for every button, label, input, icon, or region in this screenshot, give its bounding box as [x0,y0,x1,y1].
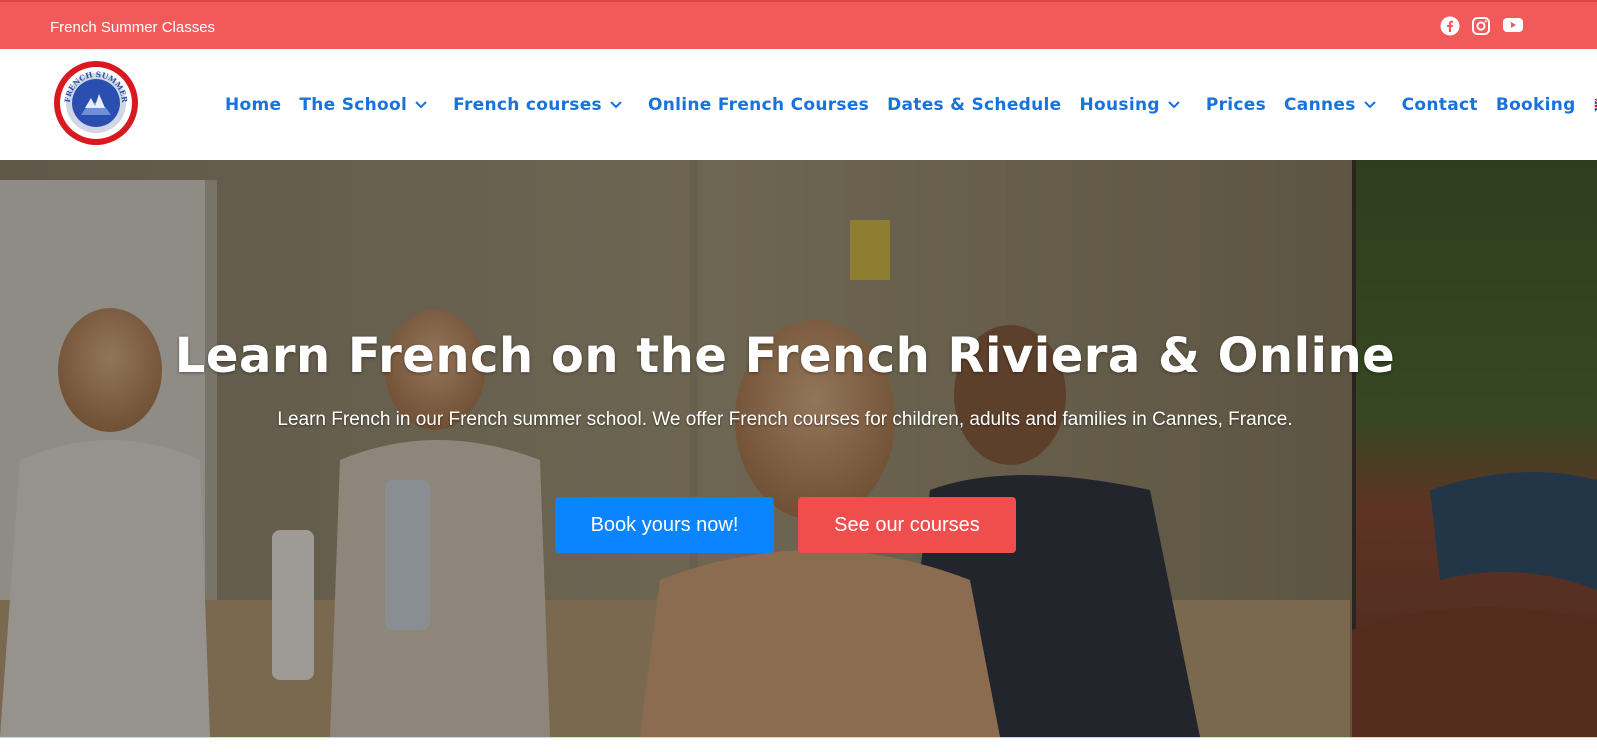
chevron-down-icon [415,100,427,108]
chevron-down-icon [610,100,622,108]
nav-housing-label: Housing [1079,94,1160,115]
nav-cannes-label: Cannes [1284,94,1356,115]
top-bar: French Summer Classes [0,0,1597,49]
nav-french-courses[interactable]: French courses [453,95,622,115]
facebook-icon[interactable] [1440,16,1460,36]
nav-french-courses-label: French courses [453,94,602,115]
hero-title: Learn French on the French Riviera & Onl… [174,328,1396,384]
nav-contact-label: Contact [1401,94,1478,115]
nav-the-school[interactable]: The School [299,95,427,115]
nav-booking[interactable]: Booking [1496,95,1576,115]
page-bottom-edge [0,737,1597,752]
main-header: FRENCH SUMMER CLASSES Home The School Fr… [0,49,1597,160]
nav-the-school-label: The School [299,94,408,115]
hero-overlay [0,160,1597,737]
site-logo[interactable]: FRENCH SUMMER CLASSES [53,60,139,146]
nav-prices[interactable]: Prices [1206,95,1266,115]
nav-home-label: Home [225,94,282,115]
nav-cannes[interactable]: Cannes [1284,95,1376,115]
nav-home[interactable]: Home [225,95,281,115]
chevron-down-icon [1363,100,1376,108]
nav-contact[interactable]: Contact [1402,95,1478,115]
nav-online-french-courses-label: Online French Courses [647,94,870,115]
hero-subtitle: Learn French in our French summer school… [277,409,1293,430]
nav-prices-label: Prices [1205,94,1267,115]
see-courses-button[interactable]: See our courses [798,497,1016,553]
youtube-icon[interactable] [1502,16,1524,34]
uk-flag-icon[interactable] [1593,97,1597,112]
nav-online-french-courses[interactable]: Online French Courses [648,95,869,115]
hero-section: Learn French on the French Riviera & Onl… [0,160,1597,737]
nav-housing[interactable]: Housing [1080,95,1180,115]
site-tagline: French Summer Classes [50,19,216,36]
main-nav: Home The School French courses Online Fr… [225,49,1597,160]
nav-dates-schedule-label: Dates & Schedule [887,94,1062,115]
chevron-down-icon [1168,100,1180,108]
nav-booking-label: Booking [1495,94,1576,115]
book-now-button[interactable]: Book yours now! [555,497,774,553]
nav-dates-schedule[interactable]: Dates & Schedule [887,95,1061,115]
instagram-icon[interactable] [1471,16,1491,36]
